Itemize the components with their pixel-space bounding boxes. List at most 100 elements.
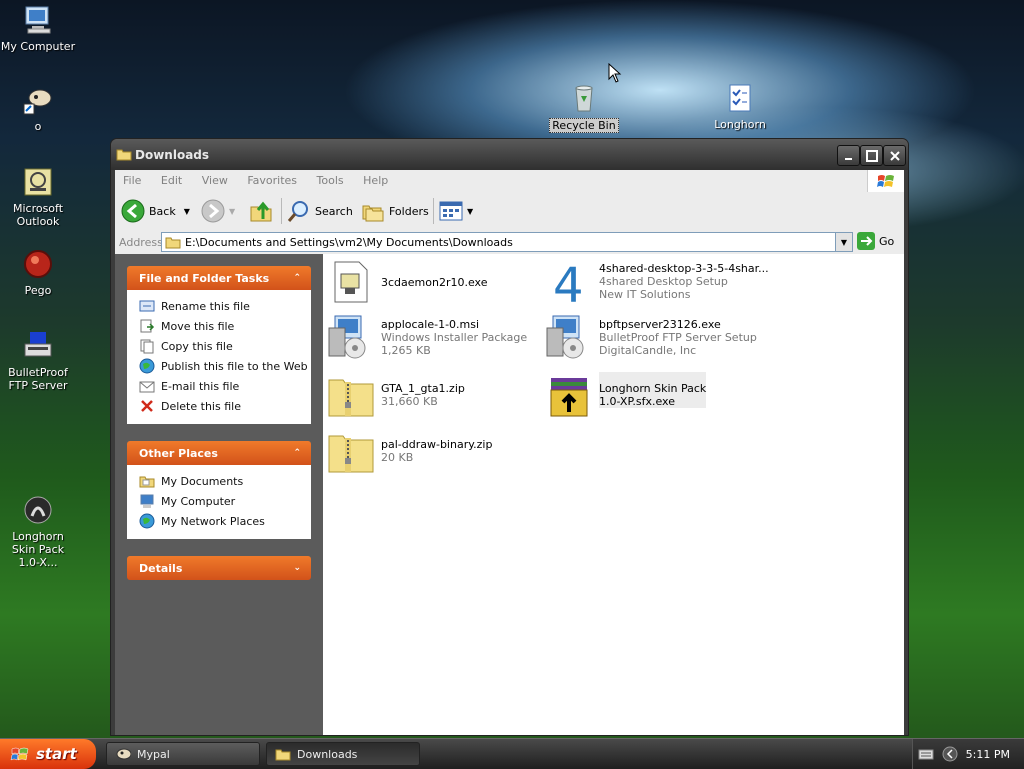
toolbar-separator [433, 198, 434, 224]
file-item[interactable]: bpftpserver23126.exe BulletProof FTP Ser… [545, 312, 757, 360]
file-name: GTA_1_gta1.zip [381, 382, 465, 395]
file-folder-tasks-panel: File and Folder Tasks ⌃ Rename this file… [127, 266, 311, 424]
chevron-down-icon[interactable]: ▼ [229, 207, 235, 216]
file-name-continued: 1.0-XP.sfx.exe [599, 395, 675, 408]
desktop-icon-bulletproof[interactable]: BulletProof FTP Server [0, 330, 78, 392]
windows-logo-icon [867, 170, 904, 192]
keyboard-icon[interactable] [918, 748, 934, 760]
close-button[interactable] [883, 145, 906, 166]
forward-button[interactable]: ▼ [201, 197, 235, 225]
up-folder-icon [250, 201, 272, 222]
up-folder-button[interactable] [249, 197, 275, 225]
chevron-down-icon[interactable]: ▼ [184, 207, 190, 216]
task-rename[interactable]: Rename this file [127, 296, 311, 316]
computer-icon [22, 4, 54, 36]
desktop-icon-longhorn[interactable]: Longhorn [700, 82, 780, 131]
place-label: My Computer [161, 494, 236, 508]
computer-icon [139, 493, 155, 509]
folders-button[interactable]: Folders [361, 197, 429, 225]
task-publish[interactable]: Publish this file to the Web [127, 356, 311, 376]
task-delete[interactable]: Delete this file [127, 396, 311, 416]
start-button[interactable]: start [0, 739, 96, 769]
back-button[interactable]: Back ▼ [121, 197, 190, 225]
panel-title: File and Folder Tasks [139, 271, 270, 285]
file-folder-tasks-header[interactable]: File and Folder Tasks ⌃ [127, 266, 311, 290]
go-arrow-icon [857, 232, 875, 250]
delete-icon [139, 398, 155, 414]
task-label: Publish this file to the Web [161, 359, 308, 373]
details-header[interactable]: Details ⌄ [127, 556, 311, 580]
file-name: 4shared-desktop-3-3-5-4shar... [599, 262, 769, 275]
collapse-chevron-icon[interactable]: ⌃ [293, 448, 301, 458]
desktop-icon-label: Microsoft Outlook [12, 202, 64, 228]
taskbar-button-downloads[interactable]: Downloads [266, 742, 420, 766]
place-my-network[interactable]: My Network Places [127, 511, 311, 531]
back-label: Back [149, 204, 176, 218]
file-item[interactable]: 3cdaemon2r10.exe [327, 258, 487, 306]
minimize-button[interactable] [837, 145, 860, 166]
desktop-icon-longhorn-skin[interactable]: Longhorn Skin Pack 1.0-X... [0, 494, 78, 569]
desktop-icon-my-computer[interactable]: My Computer [0, 4, 78, 53]
file-item[interactable]: applocale-1-0.msi Windows Installer Pack… [327, 312, 527, 360]
desktop-icon-o[interactable]: o [0, 84, 78, 133]
collapse-chevron-icon[interactable]: ⌃ [293, 273, 301, 283]
menu-favorites[interactable]: Favorites [239, 170, 305, 192]
go-label: Go [879, 234, 895, 248]
desktop-icon-pego[interactable]: Pego [0, 248, 78, 297]
taskbar-button-mypal[interactable]: Mypal [106, 742, 260, 766]
svg-text:4: 4 [553, 258, 584, 306]
file-item-selected[interactable]: Longhorn Skin Pack 1.0-XP.sfx.exe [545, 372, 707, 420]
file-item[interactable]: pal-ddraw-binary.zip 20 KB [327, 428, 492, 476]
address-input[interactable]: E:\Documents and Settings\vm2\My Documen… [161, 232, 852, 252]
chevron-down-icon: ▼ [840, 237, 848, 247]
chevron-down-icon: ▼ [467, 206, 474, 216]
installer-package-icon [327, 312, 375, 360]
menu-view[interactable]: View [194, 170, 236, 192]
file-item[interactable]: GTA_1_gta1.zip 31,660 KB [327, 372, 465, 420]
menu-help[interactable]: Help [355, 170, 396, 192]
task-email[interactable]: E-mail this file [127, 376, 311, 396]
zip-folder-icon [327, 372, 375, 420]
place-my-documents[interactable]: My Documents [127, 471, 311, 491]
window-title: Downloads [135, 148, 210, 162]
show-hidden-icons-chevron-icon[interactable] [942, 746, 958, 762]
search-button[interactable]: Search [287, 197, 353, 225]
maximize-button[interactable] [860, 145, 883, 166]
panel-title: Details [139, 561, 183, 575]
place-my-computer[interactable]: My Computer [127, 491, 311, 511]
menu-bar: File Edit View Favorites Tools Help [115, 170, 904, 193]
menu-tools[interactable]: Tools [309, 170, 352, 192]
place-label: My Documents [161, 474, 244, 488]
title-bar[interactable]: Downloads [111, 139, 908, 170]
desktop-icon-outlook[interactable]: Microsoft Outlook [0, 166, 78, 228]
taskbar-button-label: Downloads [297, 747, 358, 761]
file-name: applocale-1-0.msi [381, 318, 480, 331]
go-button[interactable]: Go [857, 232, 894, 250]
animal-shortcut-icon [22, 84, 54, 116]
expand-chevron-icon[interactable]: ⌄ [293, 563, 301, 573]
desktop-icon-recycle-bin[interactable]: Recycle Bin [544, 82, 624, 133]
other-places-panel: Other Places ⌃ My Documents My Computer … [127, 441, 311, 539]
task-label: Move this file [161, 319, 235, 333]
other-places-header[interactable]: Other Places ⌃ [127, 441, 311, 465]
4shared-icon: 4 [545, 258, 593, 306]
recycle-bin-icon [568, 82, 600, 114]
task-move[interactable]: Move this file [127, 316, 311, 336]
file-item[interactable]: 4 4shared-desktop-3-3-5-4shar... 4shared… [545, 258, 769, 306]
clock[interactable]: 5:11 PM [966, 748, 1010, 761]
views-button[interactable]: ▼ [439, 197, 473, 225]
windows-logo-icon [10, 747, 29, 761]
task-label: Copy this file [161, 339, 233, 353]
details-panel: Details ⌄ [127, 556, 311, 580]
address-dropdown-button[interactable]: ▼ [835, 232, 853, 252]
forward-arrow-icon [201, 199, 225, 223]
outlook-icon [22, 166, 54, 198]
desktop-icon-label: BulletProof FTP Server [8, 366, 68, 392]
menu-edit[interactable]: Edit [153, 170, 190, 192]
back-arrow-icon [121, 199, 145, 223]
menu-file[interactable]: File [115, 170, 149, 192]
taskbar: start Mypal Downloads 5:11 PM [0, 738, 1024, 769]
close-icon [889, 150, 900, 161]
documents-folder-icon [139, 473, 155, 489]
task-copy[interactable]: Copy this file [127, 336, 311, 356]
